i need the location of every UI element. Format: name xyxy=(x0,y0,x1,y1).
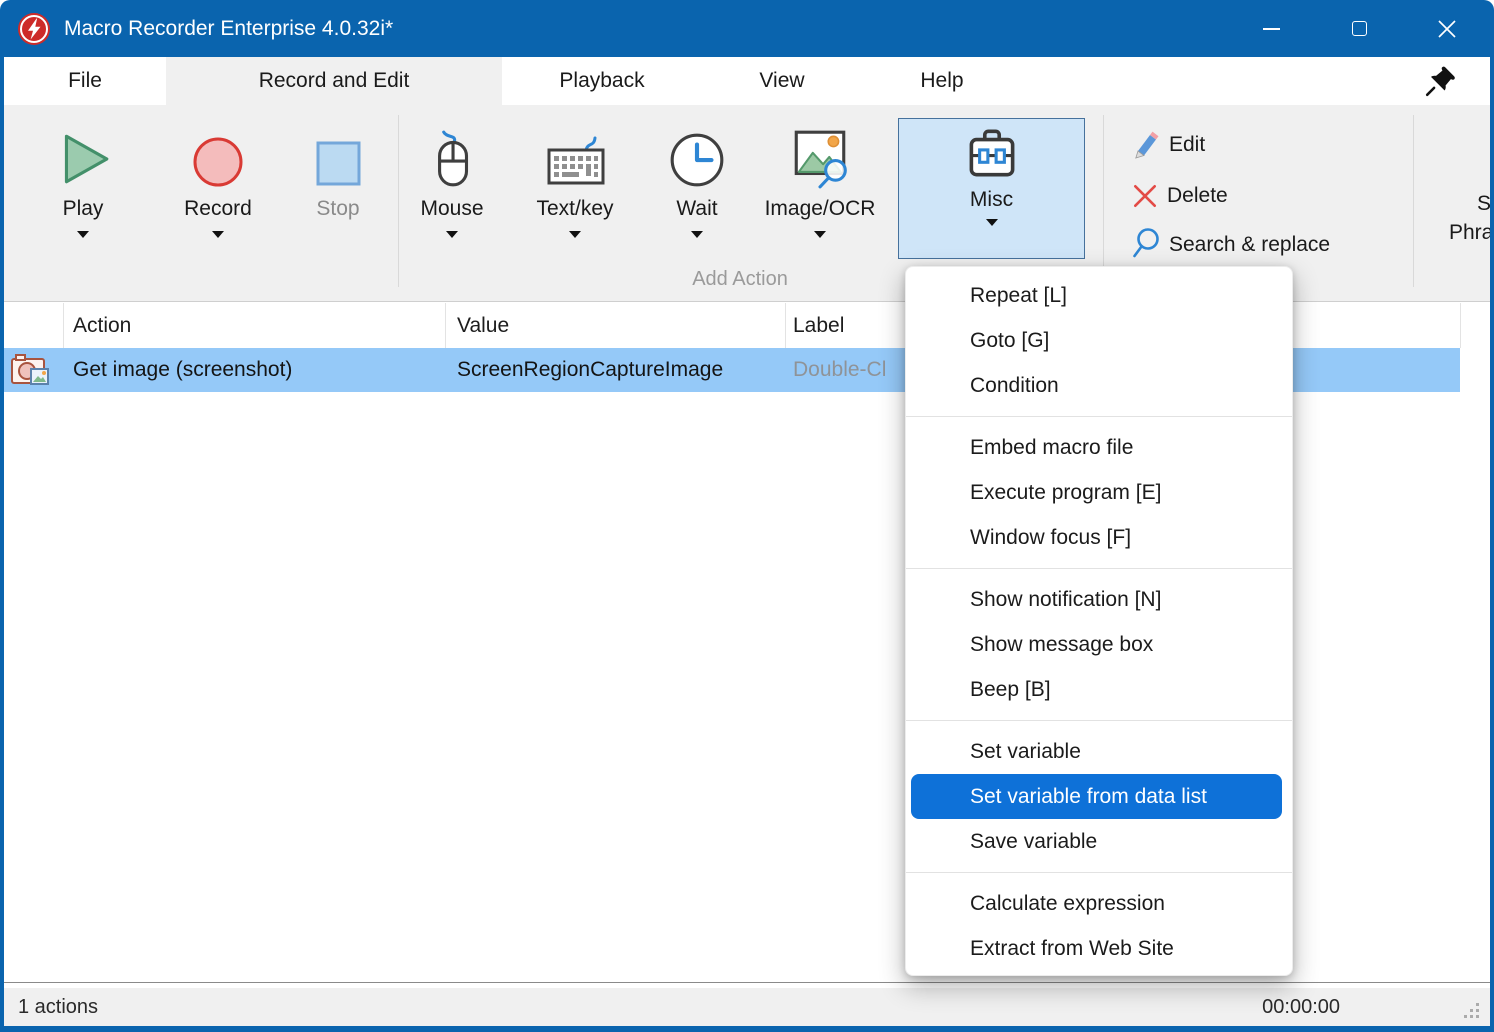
chevron-down-icon xyxy=(569,231,581,238)
pin-icon[interactable] xyxy=(1424,64,1458,98)
close-button[interactable] xyxy=(1434,16,1460,42)
menu-item-show-message-box[interactable]: Show message box xyxy=(911,622,1282,667)
minimize-icon xyxy=(1263,28,1280,30)
stop-label: Stop xyxy=(316,196,359,222)
menu-separator xyxy=(906,568,1292,569)
column-header-label[interactable]: Label xyxy=(793,303,844,348)
window-body: FileRecord and EditPlaybackViewHelp Play… xyxy=(4,57,1490,1026)
menu-item-calculate-expression[interactable]: Calculate expression xyxy=(911,881,1282,926)
status-bar: 1 actions 00:00:00 xyxy=(4,988,1490,1026)
group-separator xyxy=(1103,115,1104,287)
menu-bar-tabs: FileRecord and EditPlaybackViewHelp xyxy=(4,57,1490,105)
wait-label: Wait xyxy=(676,196,717,222)
misc-label: Misc xyxy=(970,187,1013,213)
menu-separator xyxy=(906,416,1292,417)
pencil-icon xyxy=(1131,130,1161,160)
record-button[interactable]: Record xyxy=(163,113,273,265)
menu-item-condition[interactable]: Condition xyxy=(911,363,1282,408)
edit-button[interactable]: Edit xyxy=(1131,127,1411,163)
menu-item-extract-from-web-site[interactable]: Extract from Web Site xyxy=(911,926,1282,971)
search-replace-button[interactable]: Search & replace xyxy=(1131,227,1411,263)
maximize-icon xyxy=(1352,21,1367,36)
menu-item-show-notification-n[interactable]: Show notification [N] xyxy=(911,577,1282,622)
resize-grip-icon[interactable] xyxy=(1462,1001,1480,1019)
menu-separator xyxy=(906,872,1292,873)
textkey-button[interactable]: Text/key xyxy=(520,113,630,265)
window-title: Macro Recorder Enterprise 4.0.32i* xyxy=(64,17,393,41)
column-header-action[interactable]: Action xyxy=(73,303,131,348)
misc-button[interactable]: Misc xyxy=(898,118,1085,259)
phrases-button-clipped[interactable]: Phra xyxy=(1449,221,1490,245)
cell-action: Get image (screenshot) xyxy=(73,348,292,392)
group-label-add-action: Add Action xyxy=(590,268,890,291)
column-header-value[interactable]: Value xyxy=(457,303,509,348)
stop-button[interactable]: Stop xyxy=(283,113,393,265)
menu-item-beep-b[interactable]: Beep [B] xyxy=(911,667,1282,712)
misc-dropdown-menu: Repeat [L]Goto [G]Condition Embed macro f… xyxy=(905,266,1293,976)
screenshot-camera-icon xyxy=(9,351,53,391)
menu-item-set-variable[interactable]: Set variable xyxy=(911,729,1282,774)
search-icon xyxy=(1131,227,1161,263)
tab-playback[interactable]: Playback xyxy=(502,57,702,105)
mouse-label: Mouse xyxy=(420,196,483,222)
delete-button[interactable]: Delete xyxy=(1131,178,1411,214)
chevron-down-icon xyxy=(814,231,826,238)
keyboard-icon xyxy=(542,129,608,189)
menu-item-goto-g[interactable]: Goto [G] xyxy=(911,318,1282,363)
record-icon xyxy=(189,131,247,189)
tab-record-and-edit[interactable]: Record and Edit xyxy=(166,57,502,105)
chevron-down-icon xyxy=(691,231,703,238)
cell-label: Double-Cl xyxy=(793,348,886,392)
play-icon xyxy=(53,129,113,189)
delete-label: Delete xyxy=(1167,184,1228,208)
action-count: 1 actions xyxy=(18,988,98,1026)
group-separator xyxy=(1413,115,1414,287)
menu-item-repeat-l[interactable]: Repeat [L] xyxy=(911,273,1282,318)
menu-separator xyxy=(906,720,1292,721)
cell-value: ScreenRegionCaptureImage xyxy=(457,348,723,392)
tab-file[interactable]: File xyxy=(4,57,166,105)
wait-button[interactable]: Wait xyxy=(642,113,752,265)
clock-icon xyxy=(667,129,727,189)
mouse-icon xyxy=(422,129,482,189)
image-ocr-icon xyxy=(788,127,852,189)
textkey-label: Text/key xyxy=(536,196,613,222)
column-divider xyxy=(1460,303,1461,348)
chevron-down-icon xyxy=(446,231,458,238)
phrases-button-clipped[interactable]: S xyxy=(1477,192,1490,216)
imageocr-button[interactable]: Image/OCR xyxy=(765,113,875,265)
status-divider xyxy=(4,982,1490,983)
maximize-button[interactable] xyxy=(1346,16,1372,42)
search-replace-label: Search & replace xyxy=(1169,233,1330,257)
app-logo-icon xyxy=(17,12,51,46)
app-window: Macro Recorder Enterprise 4.0.32i* FileR… xyxy=(0,0,1494,1032)
menu-item-embed-macro-file[interactable]: Embed macro file xyxy=(911,425,1282,470)
mouse-button[interactable]: Mouse xyxy=(397,113,507,265)
menu-item-window-focus-f[interactable]: Window focus [F] xyxy=(911,515,1282,560)
minimize-button[interactable] xyxy=(1258,16,1284,42)
play-label: Play xyxy=(63,196,104,222)
stop-icon xyxy=(309,131,367,189)
column-divider xyxy=(63,303,64,348)
play-button[interactable]: Play xyxy=(28,113,138,265)
menu-item-execute-program-e[interactable]: Execute program [E] xyxy=(911,470,1282,515)
title-bar: Macro Recorder Enterprise 4.0.32i* xyxy=(0,0,1494,57)
chevron-down-icon xyxy=(212,231,224,238)
record-label: Record xyxy=(184,196,252,222)
close-icon xyxy=(1438,20,1456,38)
menu-item-save-variable[interactable]: Save variable xyxy=(911,819,1282,864)
briefcase-icon xyxy=(959,123,1025,183)
menu-item-set-variable-from-data-list[interactable]: Set variable from data list xyxy=(911,774,1282,819)
tab-help[interactable]: Help xyxy=(862,57,1022,105)
chevron-down-icon xyxy=(77,231,89,238)
elapsed-time: 00:00:00 xyxy=(1262,988,1340,1026)
delete-x-icon xyxy=(1131,182,1159,210)
imageocr-label: Image/OCR xyxy=(765,196,876,222)
edit-label: Edit xyxy=(1169,133,1205,157)
chevron-down-icon xyxy=(986,219,998,226)
tab-view[interactable]: View xyxy=(702,57,862,105)
column-divider xyxy=(785,303,786,348)
column-divider xyxy=(445,303,446,348)
